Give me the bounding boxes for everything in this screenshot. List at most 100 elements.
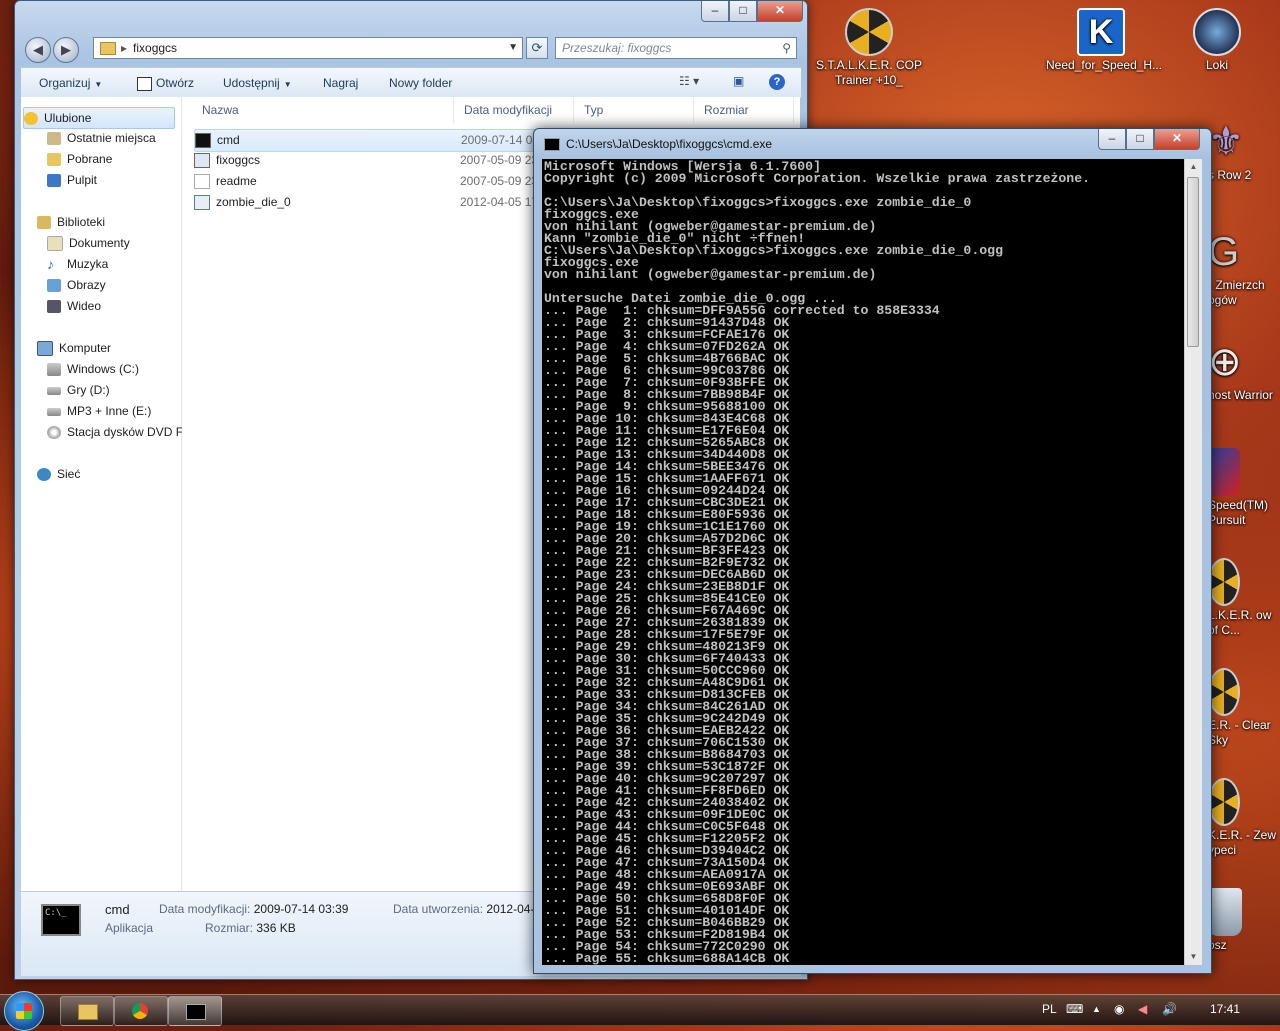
cmd-window[interactable]: C:\Users\Ja\Desktop\fixoggcs\cmd.exe – □… xyxy=(533,128,1212,974)
nav-desktop[interactable]: Pulpit xyxy=(47,170,97,190)
minimize-button[interactable]: – xyxy=(1098,129,1126,150)
refresh-button[interactable]: ⟳ xyxy=(526,37,548,59)
column-header-size[interactable]: Rozmiar xyxy=(694,97,794,123)
desktop-icon-label: E.R. - Clear Sky xyxy=(1208,718,1271,747)
search-input[interactable]: Przeszukaj: fixoggcs ⚲ xyxy=(555,37,797,59)
scroll-up-icon[interactable]: ▲ xyxy=(1185,159,1202,175)
scroll-down-icon[interactable]: ▼ xyxy=(1185,949,1202,965)
organize-button[interactable]: Organizuj ▼ xyxy=(39,68,102,100)
desktop-icon-label: s Row 2 xyxy=(1208,168,1252,182)
drive-icon xyxy=(47,407,61,416)
preview-pane-icon[interactable]: ▣ xyxy=(733,74,744,88)
audio-file-icon xyxy=(194,195,210,211)
nav-favorites[interactable]: Ulubione xyxy=(23,107,175,129)
nav-drive-c[interactable]: Windows (C:) xyxy=(47,359,139,379)
close-button[interactable]: ✕ xyxy=(1154,129,1200,150)
radiation-icon xyxy=(1208,778,1240,826)
column-header-modified[interactable]: Data modyfikacji xyxy=(454,97,574,123)
nav-libraries[interactable]: Biblioteki xyxy=(37,212,105,232)
console-output[interactable]: Microsoft Windows [Wersja 6.1.7600] Copy… xyxy=(542,159,1184,965)
nav-videos[interactable]: Wideo xyxy=(47,296,101,316)
language-indicator[interactable]: PL xyxy=(1042,1002,1057,1016)
burn-button[interactable]: Nagraj xyxy=(323,68,358,98)
show-hidden-icons-icon[interactable]: ▲ xyxy=(1092,1004,1101,1014)
column-header-type[interactable]: Typ xyxy=(574,97,694,123)
minimize-button[interactable]: – xyxy=(701,1,729,22)
details-created: Data utworzenia: 2012-04-05 xyxy=(393,902,548,916)
desktop-icon-game-row2[interactable]: ⚜ s Row 2 xyxy=(1208,118,1280,183)
open-button[interactable]: Otwórz xyxy=(137,68,194,98)
column-header-name[interactable]: Nazwa xyxy=(192,97,454,123)
cmd-title: C:\Users\Ja\Desktop\fixoggcs\cmd.exe xyxy=(544,137,772,152)
desktop-icon-label: host Warrior xyxy=(1208,388,1273,402)
fleur-de-lis-icon: ⚜ xyxy=(1208,120,1244,164)
start-button[interactable] xyxy=(4,991,44,1031)
taskbar-chrome[interactable] xyxy=(114,996,168,1026)
details-file-kind: Aplikacja xyxy=(105,921,154,935)
maximize-button[interactable]: □ xyxy=(1126,129,1154,150)
breadcrumb[interactable]: fixoggcs xyxy=(133,41,177,55)
view-options-icon[interactable]: ☷ ▾ xyxy=(679,74,699,88)
maximize-button[interactable]: □ xyxy=(729,1,757,22)
security-shield-icon[interactable]: ◉ xyxy=(1114,1002,1124,1016)
documents-icon xyxy=(47,236,63,252)
nav-music[interactable]: ♪ Muzyka xyxy=(47,254,108,274)
help-icon[interactable]: ? xyxy=(769,74,785,90)
desktop-icon-ghost-warrior[interactable]: ⊕ host Warrior xyxy=(1208,338,1280,403)
navigation-pane: Ulubione Ostatnie miejsca Pobrane Pulpit… xyxy=(21,97,183,891)
desktop-icon-stalker-clear-sky[interactable]: E.R. - Clear Sky xyxy=(1208,668,1280,748)
desktop-icon-loki[interactable]: Loki xyxy=(1162,8,1272,73)
pictures-icon xyxy=(47,279,61,293)
desktop-icon-label: K.E.R. - Zew ypeci xyxy=(1208,828,1277,857)
vertical-scrollbar[interactable]: ▲ ▼ xyxy=(1184,159,1202,965)
dropdown-arrow-icon: ▼ xyxy=(283,80,292,89)
recycle-bin-icon xyxy=(1208,888,1242,936)
search-icon[interactable]: ⚲ xyxy=(782,38,791,58)
drive-icon xyxy=(47,386,61,395)
scrollbar-thumb[interactable] xyxy=(1187,177,1199,347)
nav-computer[interactable]: Komputer xyxy=(37,338,111,358)
folder-icon xyxy=(100,42,116,56)
network-icon xyxy=(37,468,51,482)
chevron-down-icon[interactable]: ▼ xyxy=(508,38,518,58)
folder-icon xyxy=(78,1004,98,1020)
details-modified: Data modyfikacji: 2009-07-14 03:39 xyxy=(159,902,349,916)
nav-downloads[interactable]: Pobrane xyxy=(47,149,112,169)
radiation-icon xyxy=(1208,558,1240,606)
desktop-icon-label: S.T.A.L.K.E.R. COP Trainer +10_ xyxy=(815,58,923,87)
game-icon: G xyxy=(1208,230,1240,274)
window-controls: – □ ✕ xyxy=(1098,129,1200,150)
nav-dvd-drive[interactable]: Stacja dysków DVD F xyxy=(47,422,183,442)
clock[interactable]: 17:41 xyxy=(1210,1002,1240,1016)
back-button[interactable]: ◀ xyxy=(25,37,51,63)
address-bar[interactable]: ▸ fixoggcs ▼ xyxy=(93,37,523,59)
taskbar-cmd[interactable] xyxy=(168,996,222,1026)
nav-documents[interactable]: Dokumenty xyxy=(47,233,130,253)
desktop-icon-stalker-zew[interactable]: K.E.R. - Zew ypeci xyxy=(1208,778,1280,858)
new-folder-button[interactable]: Nowy folder xyxy=(389,68,452,98)
share-button[interactable]: Udostępnij ▼ xyxy=(223,68,292,100)
nav-drive-d[interactable]: Gry (D:) xyxy=(47,380,110,400)
nav-drive-e[interactable]: MP3 + Inne (E:) xyxy=(47,401,151,421)
console-app-icon xyxy=(544,138,560,152)
text-file-icon xyxy=(194,174,210,190)
network-warning-icon[interactable]: ◀ xyxy=(1138,1002,1147,1016)
forward-button[interactable]: ▶ xyxy=(53,37,79,63)
desktop-icon-stalker-trainer[interactable]: S.T.A.L.K.E.R. COP Trainer +10_ xyxy=(814,8,924,88)
recent-places-icon xyxy=(47,132,61,146)
nav-pictures[interactable]: Obrazy xyxy=(47,275,106,295)
desktop-icon-stalker-shadow[interactable]: L.K.E.R. ow of C... xyxy=(1208,558,1280,638)
desktop-icon-game-zmierzch[interactable]: G - Zmierzch ogów xyxy=(1208,228,1280,308)
desktop-icon-nfs-pursuit[interactable]: Speed(TM) Pursuit xyxy=(1208,448,1280,528)
desktop-icon-need-for-speed[interactable]: K Need_for_Speed_H... xyxy=(1046,8,1162,73)
desktop-icon-recycle-bin[interactable]: osz xyxy=(1208,888,1280,953)
taskbar-explorer[interactable] xyxy=(60,996,114,1026)
nav-network[interactable]: Sieć xyxy=(37,464,80,484)
desktop-icon-label: - Zmierzch ogów xyxy=(1208,278,1265,307)
keyboard-icon[interactable]: ⌨ xyxy=(1066,1002,1083,1016)
close-button[interactable]: ✕ xyxy=(757,1,803,22)
kaspersky-k-icon: K xyxy=(1077,8,1125,56)
desktop-icon xyxy=(47,174,61,188)
nav-recent[interactable]: Ostatnie miejsca xyxy=(47,128,156,148)
volume-icon[interactable]: 🔊 xyxy=(1162,1002,1177,1016)
